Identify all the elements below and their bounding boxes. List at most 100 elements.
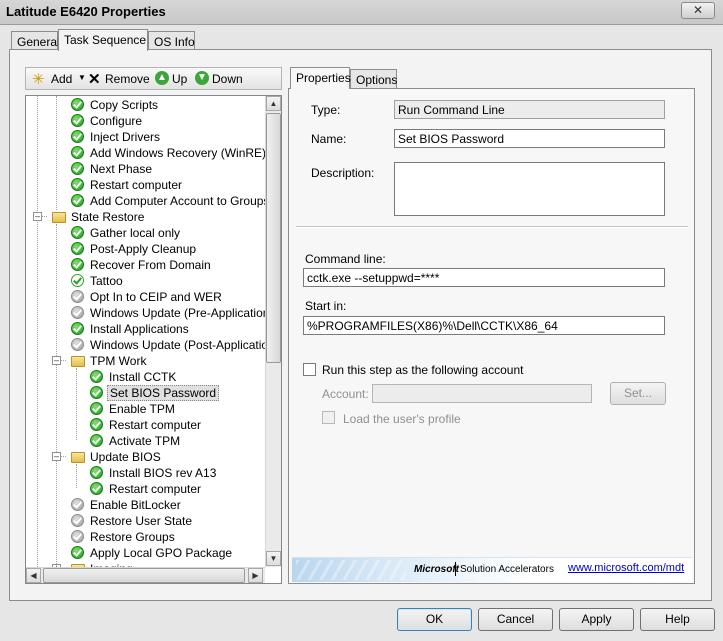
tree-item-label: Add Computer Account to Groups: [90, 194, 270, 208]
disabled-check-icon: [71, 338, 84, 351]
tree-line: [76, 464, 77, 488]
tree-line: [76, 368, 77, 440]
account-label: Account:: [322, 387, 369, 401]
tree-item-label: Apply Local GPO Package: [90, 546, 233, 560]
tree-item-label: Configure: [90, 114, 143, 128]
tree-item-label: State Restore: [71, 210, 145, 224]
microsoft-brand: Microsoft: [414, 564, 459, 575]
tab-os-info[interactable]: OS Info: [148, 31, 195, 51]
vertical-scroll-thumb[interactable]: [266, 113, 281, 363]
check-icon: [90, 386, 103, 399]
tree-item-label: Post-Apply Cleanup: [90, 242, 197, 256]
description-input[interactable]: [394, 162, 665, 216]
close-button[interactable]: ✕: [681, 2, 715, 19]
scroll-up-button[interactable]: ▲: [266, 96, 281, 111]
account-input[interactable]: [372, 384, 592, 403]
scroll-down-button[interactable]: ▼: [266, 551, 281, 566]
set-account-button[interactable]: Set...: [610, 382, 666, 405]
check-icon: [71, 114, 84, 127]
add-label: Add: [51, 72, 73, 86]
tree-item-label: Restore Groups: [90, 530, 175, 544]
collapse-update-bios-icon[interactable]: –: [52, 452, 61, 461]
check-icon: [71, 162, 84, 175]
apply-button[interactable]: Apply: [559, 608, 634, 631]
tree-item-label: Activate TPM: [109, 434, 181, 448]
tree-item-label: Inject Drivers: [90, 130, 161, 144]
tree-line: [56, 224, 57, 564]
check-icon: [71, 546, 84, 559]
tab-options[interactable]: Options: [350, 69, 397, 89]
tree-vertical-scrollbar[interactable]: ▲ ▼: [265, 96, 281, 567]
separator: [296, 226, 688, 228]
check-icon: [71, 226, 84, 239]
command-line-label: Command line:: [305, 252, 386, 266]
banner-divider: [455, 562, 456, 576]
tree-item-label: Recover From Domain: [90, 258, 211, 272]
add-star-icon: ✳: [32, 71, 45, 88]
collapse-tpm-work-icon[interactable]: –: [52, 356, 61, 365]
horizontal-scroll-thumb[interactable]: [43, 568, 245, 583]
tree-line: [37, 96, 38, 583]
tree-item-label: Enable BitLocker: [90, 498, 181, 512]
run-as-account-checkbox[interactable]: [303, 363, 316, 376]
start-in-input[interactable]: %PROGRAMFILES(X86)%\Dell\CCTK\X86_64: [303, 316, 665, 335]
mdt-link[interactable]: www.microsoft.com/mdt: [568, 562, 684, 574]
window-title: Latitude E6420 Properties: [6, 4, 166, 19]
description-label: Description:: [311, 166, 375, 180]
check-icon: [90, 434, 103, 447]
solution-accelerators-banner: Microsoft Solution Accelerators www.micr…: [292, 557, 692, 582]
check-icon: [71, 322, 84, 335]
tree-horizontal-scrollbar[interactable]: ◀ ▶: [26, 567, 265, 583]
folder-icon: [71, 452, 85, 463]
tree-item-label: Restart computer: [90, 178, 183, 192]
check-icon: [71, 178, 84, 191]
run-as-account-label: Run this step as the following account: [322, 363, 524, 377]
load-profile-checkbox[interactable]: [322, 411, 335, 424]
help-button[interactable]: Help: [640, 608, 715, 631]
down-label: Down: [212, 72, 243, 86]
banner-pattern-icon: [296, 560, 406, 580]
name-input[interactable]: Set BIOS Password: [394, 129, 665, 148]
tree-item-label: Install BIOS rev A13: [109, 466, 217, 480]
check-icon: [71, 258, 84, 271]
tree-item-label: Add Windows Recovery (WinRE): [90, 146, 267, 160]
remove-x-icon: ✕: [88, 71, 101, 88]
tree-item-label: Opt In to CEIP and WER: [90, 290, 222, 304]
tree-item-label: Update BIOS: [90, 450, 161, 464]
tree-item-label: Install CCTK: [109, 370, 177, 384]
tree-item-label: Tattoo: [90, 274, 123, 288]
disabled-check-icon: [71, 530, 84, 543]
cancel-button[interactable]: Cancel: [478, 608, 553, 631]
name-label: Name:: [311, 132, 347, 146]
ok-button[interactable]: OK: [397, 608, 472, 631]
tree-item-label: Windows Update (Pre-Application Inst: [90, 306, 282, 320]
title-bar: Latitude E6420 Properties ✕: [0, 0, 723, 25]
collapse-state-restore-icon[interactable]: –: [33, 212, 42, 221]
tree-item-label: Gather local only: [90, 226, 181, 240]
type-label: Type:: [311, 103, 341, 117]
tab-properties[interactable]: Properties: [290, 67, 351, 89]
tab-task-sequence[interactable]: Task Sequence: [58, 29, 148, 51]
folder-icon: [71, 356, 85, 367]
scroll-left-button[interactable]: ◀: [26, 568, 41, 583]
task-toolbar: ✳ Add ▼ ✕ Remove ▲ Up ▼ Down: [25, 67, 282, 90]
check-icon: [90, 418, 103, 431]
tree-line: [56, 96, 57, 210]
check-icon: [71, 194, 84, 207]
tree-item-label: Install Applications: [90, 322, 189, 336]
check-icon: [90, 370, 103, 383]
scroll-right-button[interactable]: ▶: [248, 568, 263, 583]
dropdown-arrow-icon: ▼: [78, 73, 86, 82]
up-label: Up: [172, 72, 188, 86]
tree-item-label: Restore User State: [90, 514, 193, 528]
tree-item-label: Copy Scripts: [90, 98, 159, 112]
tree-item-label: Restart computer: [109, 418, 202, 432]
disabled-check-icon: [71, 498, 84, 511]
task-sequence-tree[interactable]: – – – + Copy ScriptsConfigureInject Driv…: [25, 95, 282, 584]
command-line-input[interactable]: cctk.exe --setuppwd=****: [303, 268, 665, 287]
check-icon: [71, 146, 84, 159]
tree-item-label: Enable TPM: [109, 402, 175, 416]
start-in-label: Start in:: [305, 299, 347, 313]
tab-general[interactable]: General: [11, 31, 60, 51]
disabled-check-icon: [71, 306, 84, 319]
